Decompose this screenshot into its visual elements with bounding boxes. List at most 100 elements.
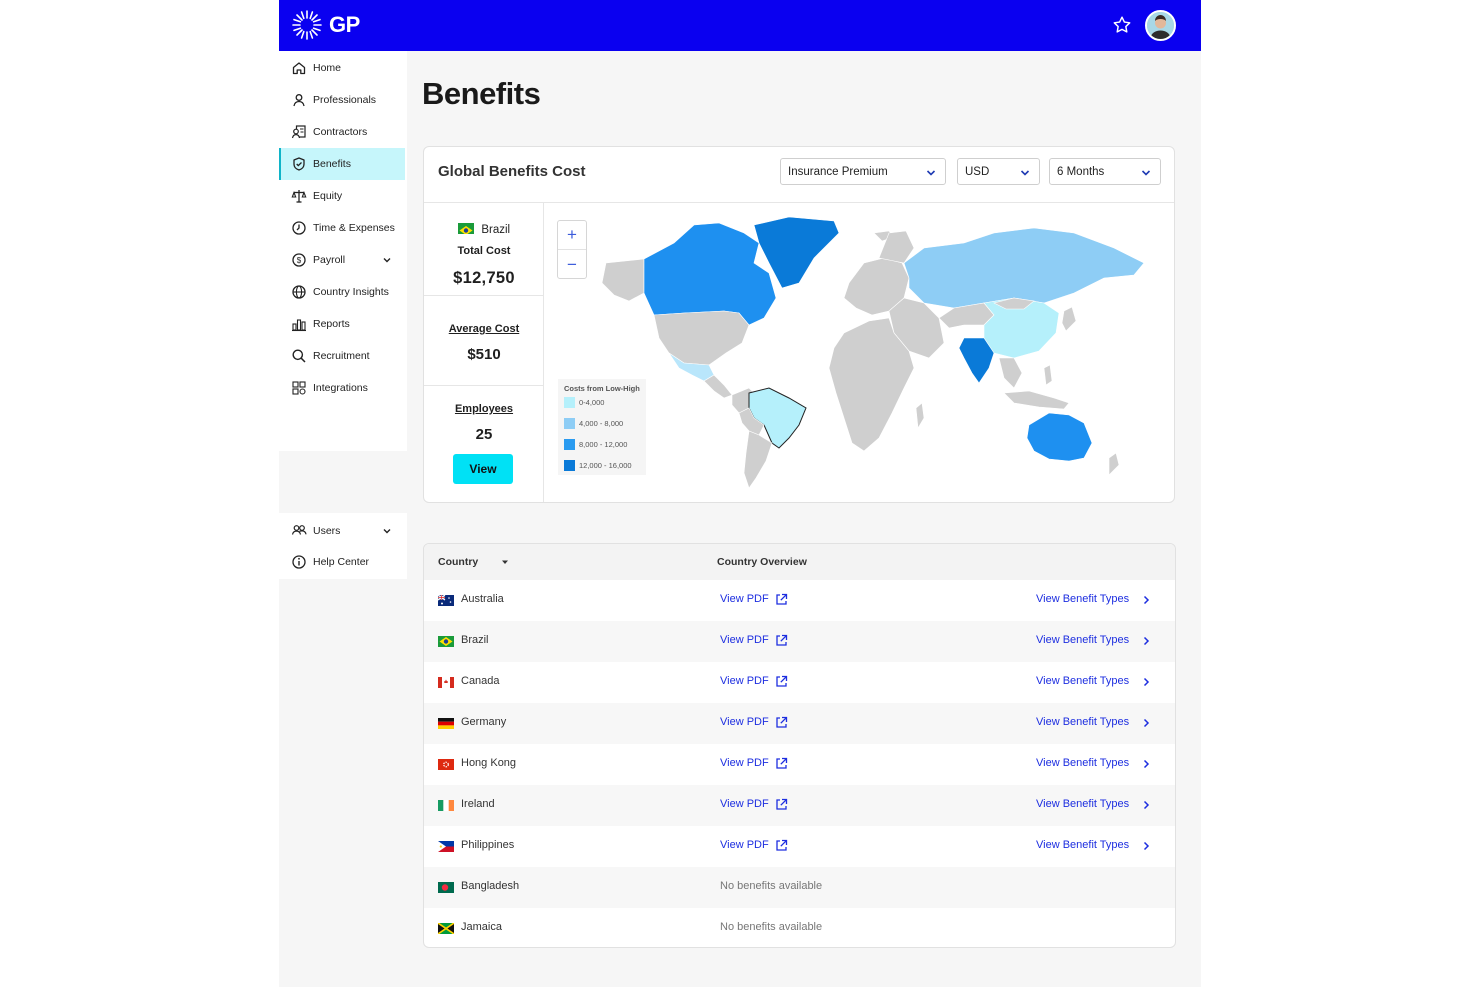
sidebar-item-professionals[interactable]: Professionals [279, 84, 405, 116]
chevron-down-icon[interactable] [381, 254, 393, 266]
sidebar-item-contractors[interactable]: Contractors [279, 116, 405, 148]
world-map[interactable]: + − Costs from Low-High 0-4,000 4,000 - … [544, 203, 1174, 502]
sidebar-item-benefits[interactable]: Benefits [279, 148, 405, 180]
table-row: Hong Kong View PDF View Benefit Types [424, 744, 1175, 785]
currency-select[interactable]: USD [957, 158, 1040, 185]
view-benefit-types-link[interactable]: View Benefit Types [1036, 716, 1129, 728]
sidebar-item-integrations[interactable]: Integrations [279, 372, 405, 404]
view-pdf-link[interactable]: View PDF [720, 839, 769, 851]
map-country-alaska [601, 258, 645, 302]
country-name: Ireland [461, 798, 495, 810]
external-link-icon[interactable] [775, 634, 788, 647]
chevron-right-icon[interactable] [1141, 758, 1151, 770]
clock-icon [292, 221, 306, 235]
table-row: Australia View PDF View Benefit Types [424, 580, 1175, 621]
ireland-flag-icon [438, 800, 454, 811]
view-pdf-link[interactable]: View PDF [720, 716, 769, 728]
chevron-down-icon[interactable] [381, 525, 393, 537]
home-icon [292, 62, 306, 75]
selected-country: Brazil [424, 220, 544, 238]
country-name: Bangladesh [461, 880, 520, 892]
view-benefit-types-link[interactable]: View Benefit Types [1036, 675, 1129, 687]
sidebar-item-recruitment[interactable]: Recruitment [279, 340, 405, 372]
view-pdf-link[interactable]: View PDF [720, 675, 769, 687]
card-header: Global Benefits Cost Insurance Premium U… [424, 147, 1174, 203]
view-benefit-types-link[interactable]: View Benefit Types [1036, 798, 1129, 810]
sidebar-item-country-insights[interactable]: Country Insights [279, 276, 405, 308]
map-legend: Costs from Low-High 0-4,000 4,000 - 8,00… [558, 379, 646, 475]
legend-swatch [564, 397, 575, 408]
zoom-out-button[interactable]: − [558, 250, 586, 279]
sidebar-item-equity[interactable]: Equity [279, 180, 405, 212]
view-pdf-link[interactable]: View PDF [720, 798, 769, 810]
info-icon [292, 555, 306, 569]
contractor-icon [291, 125, 306, 139]
chevron-right-icon[interactable] [1141, 840, 1151, 852]
sort-caret-icon[interactable] [500, 557, 510, 567]
canada-flag-icon [438, 677, 454, 688]
view-benefit-types-link[interactable]: View Benefit Types [1036, 634, 1129, 646]
external-link-icon[interactable] [775, 798, 788, 811]
external-link-icon[interactable] [775, 716, 788, 729]
map-country-new-zealand [1108, 452, 1120, 476]
legend-range: 8,000 - 12,000 [564, 439, 627, 450]
average-cost-label[interactable]: Average Cost [424, 323, 544, 335]
map-country-india [958, 337, 995, 384]
select-value: Insurance Premium [788, 165, 888, 178]
sidebar-item-payroll[interactable]: $ Payroll [279, 244, 405, 276]
avatar-portrait-icon [1147, 12, 1174, 39]
divider [424, 295, 544, 296]
germany-flag-icon [438, 718, 454, 729]
view-benefit-types-link[interactable]: View Benefit Types [1036, 839, 1129, 851]
view-benefit-types-link[interactable]: View Benefit Types [1036, 757, 1129, 769]
logo[interactable]: GP [291, 9, 360, 41]
external-link-icon[interactable] [775, 593, 788, 606]
sidebar-item-users[interactable]: Users [279, 515, 405, 547]
user-avatar[interactable] [1145, 10, 1176, 41]
column-header-country[interactable]: Country [438, 556, 478, 568]
no-benefits-text: No benefits available [720, 880, 823, 892]
view-benefit-types-link[interactable]: View Benefit Types [1036, 593, 1129, 605]
map-zoom-controls: + − [557, 220, 587, 279]
view-button[interactable]: View [453, 454, 513, 484]
sidebar-item-label: Home [313, 62, 342, 74]
brazil-flag-icon [438, 636, 454, 647]
zoom-in-button[interactable]: + [558, 221, 586, 250]
sidebar-item-label: Equity [313, 190, 343, 202]
chevron-down-icon [1020, 170, 1030, 176]
table-row: Ireland View PDF View Benefit Types [424, 785, 1175, 826]
external-link-icon[interactable] [775, 675, 788, 688]
external-link-icon[interactable] [775, 757, 788, 770]
table-row: Germany View PDF View Benefit Types [424, 703, 1175, 744]
legend-range: 4,000 - 8,000 [564, 418, 623, 429]
chevron-down-icon [926, 170, 936, 176]
sidebar-item-help-center[interactable]: Help Center [279, 546, 405, 578]
view-pdf-link[interactable]: View PDF [720, 634, 769, 646]
top-bar: GP [279, 0, 1201, 51]
period-select[interactable]: 6 Months [1049, 158, 1161, 185]
legend-swatch [564, 439, 575, 450]
sidebar-item-reports[interactable]: Reports [279, 308, 405, 340]
employees-label[interactable]: Employees [424, 403, 544, 415]
legend-range: 12,000 - 16,000 [564, 460, 632, 471]
view-pdf-link[interactable]: View PDF [720, 593, 769, 605]
logo-burst-icon [292, 10, 322, 40]
map-countries [601, 216, 1145, 489]
chevron-right-icon[interactable] [1141, 799, 1151, 811]
view-pdf-link[interactable]: View PDF [720, 757, 769, 769]
person-icon [293, 94, 305, 107]
country-name: Canada [461, 675, 500, 687]
chevron-right-icon[interactable] [1141, 635, 1151, 647]
sidebar-item-time-expenses[interactable]: Time & Expenses [279, 212, 405, 244]
chevron-right-icon[interactable] [1141, 594, 1151, 606]
chevron-right-icon[interactable] [1141, 717, 1151, 729]
hong-kong-flag-icon [438, 759, 454, 770]
benefit-type-select[interactable]: Insurance Premium [780, 158, 946, 185]
globe-icon [292, 285, 306, 299]
favorite-star-icon[interactable] [1111, 14, 1133, 36]
chevron-right-icon[interactable] [1141, 676, 1151, 688]
sidebar: Home Professionals Contractors Benefits … [279, 51, 407, 987]
sidebar-item-home[interactable]: Home [279, 52, 405, 84]
map-country-argentina [743, 430, 773, 489]
external-link-icon[interactable] [775, 839, 788, 852]
